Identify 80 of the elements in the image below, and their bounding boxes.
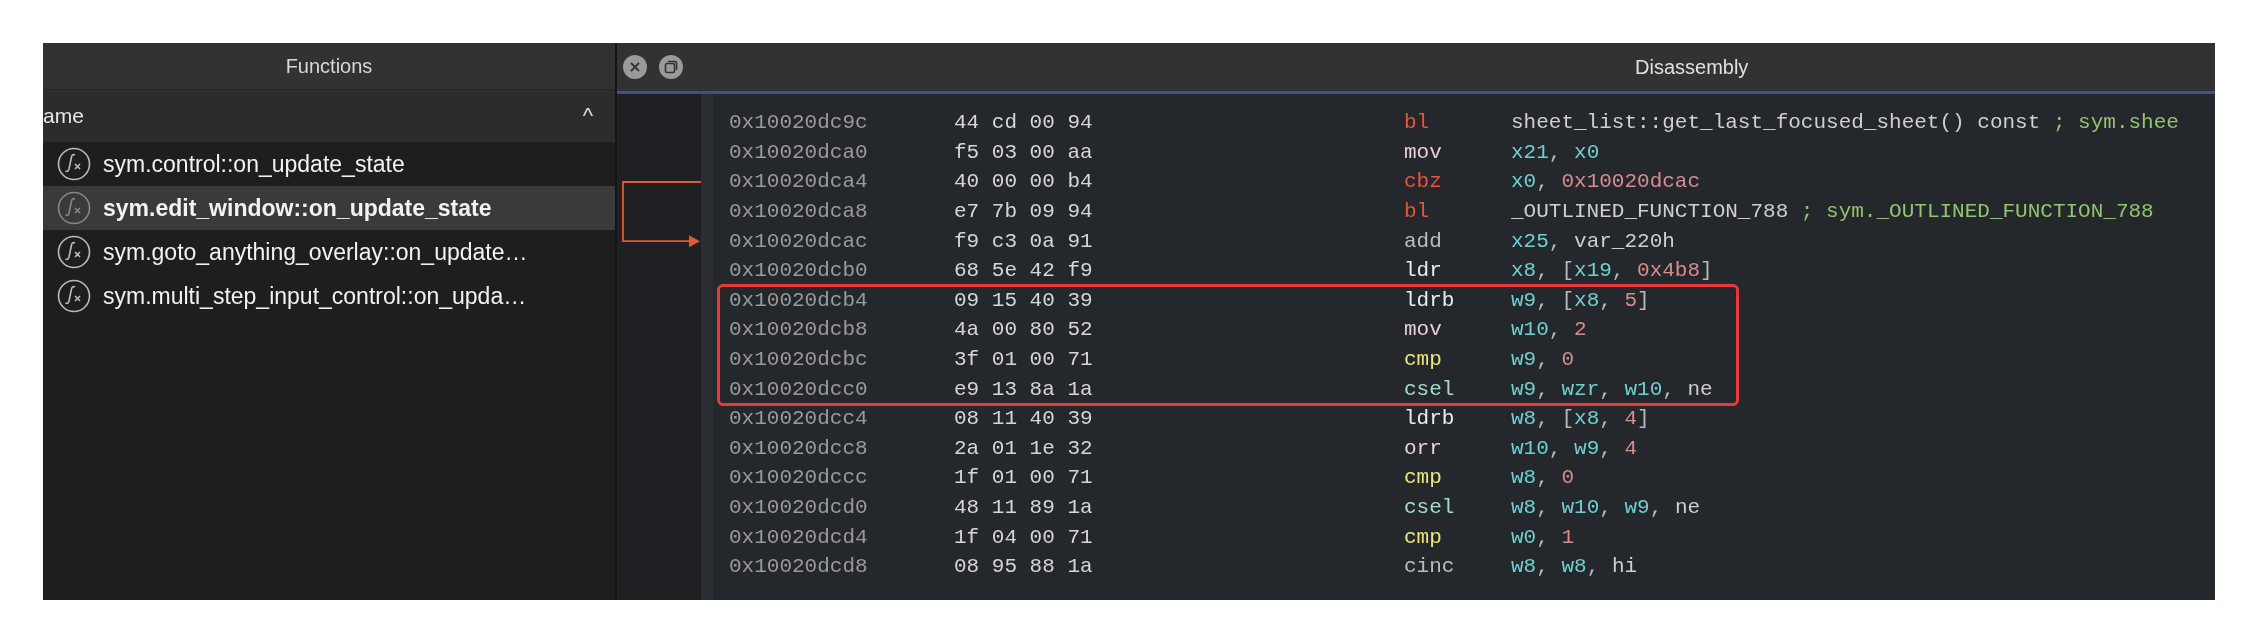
operands-cell: sheet_list::get_last_focused_sheet() const ; sym.shee: [1511, 111, 2179, 135]
bytes-cell-text: 68 5e 42 f9: [954, 259, 1094, 283]
address-cell-text: 0x10020dcb8: [729, 318, 869, 342]
restore-button[interactable]: [659, 55, 683, 79]
mnemonic-cell-text: mov: [1404, 140, 1443, 164]
bytes-cell-text: 3f 01 00 71: [954, 348, 1094, 372]
column-header[interactable]: ame: [43, 104, 84, 128]
operands-cell: w10, 2: [1511, 318, 1587, 342]
function-icon: [57, 191, 91, 225]
address-cell-text: 0x10020dca0: [729, 140, 869, 164]
address-cell-text: 0x10020dcd0: [729, 496, 869, 519]
sort-caret-icon[interactable]: ^: [582, 103, 593, 129]
bytes-cell-text: 4a 00 80 52: [954, 318, 1094, 342]
mnemonic-cell-text: orr: [1404, 436, 1443, 460]
function-icon: [57, 235, 91, 269]
bytes-cell-text: 1f 04 00 71: [954, 525, 1094, 549]
address-cell-text: 0x10020dcd4: [729, 525, 869, 549]
bytes-cell-text: 48 11 89 1a: [954, 496, 1094, 519]
operands-cell: x21, x0: [1511, 140, 1600, 164]
mnemonic-cell-text: cmp: [1404, 466, 1443, 490]
bytes-cell-text: 09 15 40 39: [954, 288, 1094, 312]
address-cell-text: 0x10020dcc4: [729, 407, 869, 431]
bytes-cell-text: f5 03 00 aa: [954, 140, 1094, 164]
operands-cell: w10, w9, 4: [1511, 436, 1638, 460]
operands-cell: w8, w10, w9, ne: [1511, 496, 1701, 519]
address-cell-text: 0x10020dcac: [729, 229, 869, 253]
mnemonic-cell-text: cinc: [1404, 555, 1456, 579]
mnemonic-cell-text: cbz: [1404, 170, 1443, 194]
address-cell-text: 0x10020dcc0: [729, 377, 869, 401]
bytes-cell-text: e9 13 8a 1a: [954, 377, 1094, 401]
function-item[interactable]: sym.multi_step_input_control::on_upda…: [43, 274, 615, 318]
bytes-cell-text: 44 cd 00 94: [954, 111, 1094, 135]
mnemonic-cell-text: ldr: [1404, 259, 1443, 283]
address-cell-text: 0x10020dc9c: [729, 111, 869, 135]
operands-cell: w9, [x8, 5]: [1511, 288, 1650, 312]
bytes-cell-text: f9 c3 0a 91: [954, 229, 1094, 253]
bytes-cell-text: 1f 01 00 71: [954, 466, 1094, 490]
mnemonic-cell-text: add: [1404, 229, 1443, 253]
bytes-cell-text: e7 7b 09 94: [954, 200, 1094, 224]
bytes-cell-text: 40 00 00 b4: [954, 170, 1094, 194]
panel-title: Disassembly: [1635, 55, 1749, 79]
function-item[interactable]: sym.control::on_update_state: [43, 142, 615, 186]
mnemonic-cell-text: cmp: [1404, 348, 1443, 372]
bytes-cell-text: 08 95 88 1a: [954, 555, 1094, 579]
operands-cell: x0, 0x10020dcac: [1511, 170, 1701, 194]
function-icon: [57, 279, 91, 313]
address-cell-text: 0x10020dcb4: [729, 288, 869, 312]
operands-cell: w0, 1: [1511, 525, 1575, 549]
operands-cell: w8, w8, hi: [1511, 555, 1638, 579]
operands-cell: w8, 0: [1511, 466, 1575, 490]
close-icon: [629, 61, 641, 73]
operands-cell: _OUTLINED_FUNCTION_788 ; sym._OUTLINED_FUNCTION_788: [1511, 200, 2154, 224]
function-icon: [57, 147, 91, 181]
mnemonic-cell-text: ldrb: [1404, 407, 1456, 431]
mnemonic-cell-text: csel: [1404, 496, 1456, 519]
mnemonic-cell-text: cmp: [1404, 525, 1443, 549]
function-item[interactable]: sym.goto_anything_overlay::on_update…: [43, 230, 615, 274]
address-cell-text: 0x10020dcbc: [729, 348, 869, 372]
bytes-cell-text: 2a 01 1e 32: [954, 436, 1094, 460]
address-cell-text: 0x10020dcd8: [729, 555, 869, 579]
mnemonic-cell-text: bl: [1404, 200, 1431, 224]
restore-icon: [664, 60, 678, 74]
address-cell-text: 0x10020dcc8: [729, 436, 869, 460]
address-cell-text: 0x10020dca8: [729, 200, 869, 224]
mnemonic-cell-text: csel: [1404, 377, 1456, 401]
address-cell-text: 0x10020dca4: [729, 170, 869, 194]
operands-cell: w9, 0: [1511, 348, 1575, 372]
operands-cell: w8, [x8, 4]: [1511, 407, 1650, 431]
mnemonic-cell-text: bl: [1404, 111, 1431, 135]
panel-title: Functions: [43, 43, 615, 89]
mnemonic-cell-text: ldrb: [1404, 288, 1456, 312]
operands-cell: w9, wzr, w10, ne: [1511, 377, 1713, 401]
address-cell-text: 0x10020dccc: [729, 466, 869, 490]
close-button[interactable]: [623, 55, 647, 79]
function-item[interactable]: sym.edit_window::on_update_state: [43, 186, 615, 230]
mnemonic-cell-text: mov: [1404, 318, 1443, 342]
bytes-cell-text: 08 11 40 39: [954, 407, 1094, 431]
operands-cell: x25, var_220h: [1511, 229, 1675, 253]
operands-cell: x8, [x19, 0x4b8]: [1511, 259, 1713, 283]
address-cell-text: 0x10020dcb0: [729, 259, 869, 283]
